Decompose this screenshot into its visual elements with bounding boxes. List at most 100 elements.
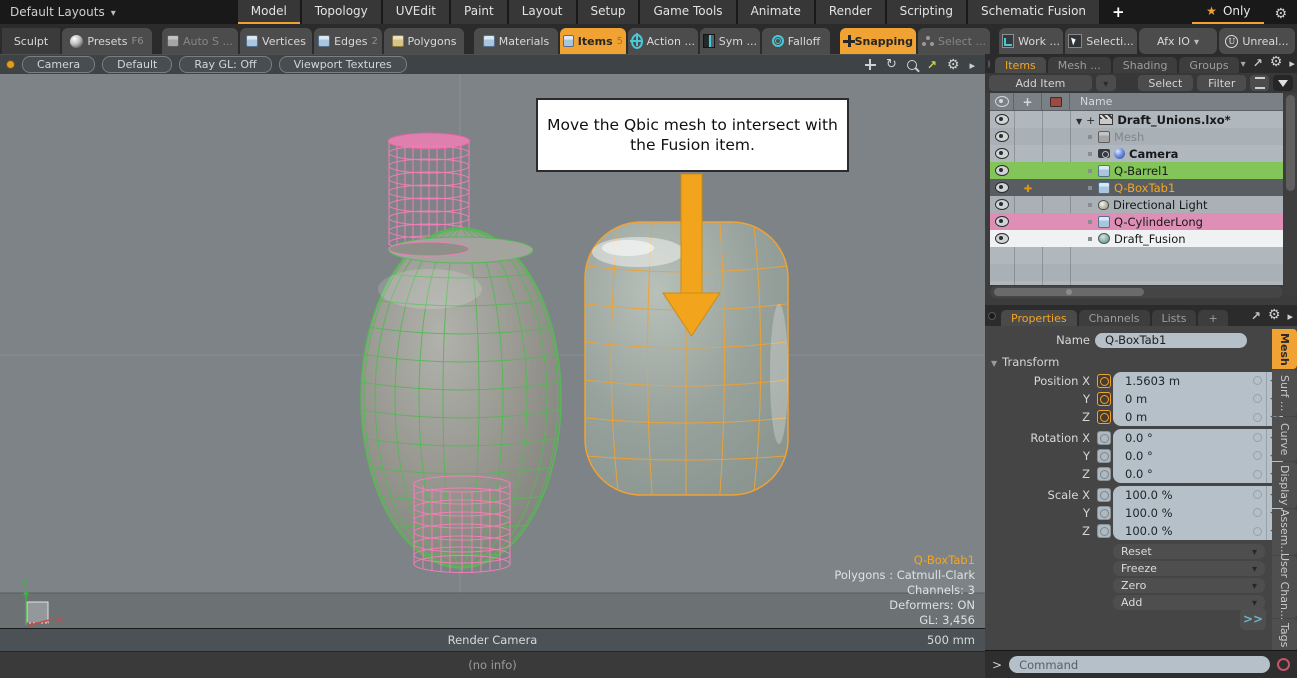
side-tab-surf[interactable]: Surf ... [1272,370,1297,416]
side-tab-tags[interactable]: Tags [1272,619,1297,651]
side-tab-assembly[interactable]: Assem... [1272,509,1297,555]
scale-x-input[interactable]: 100.0 % [1113,486,1283,505]
tab-mesh[interactable]: Mesh ... [1048,57,1111,73]
channel-circle-icon[interactable] [1253,376,1262,385]
tab-lists[interactable]: Lists [1152,310,1197,326]
settings-button[interactable] [1264,0,1297,24]
toolbar-polygons[interactable]: Polygons [384,28,464,54]
envelope-button[interactable] [1097,374,1111,388]
maximize-icon[interactable] [1253,52,1263,71]
toolbar-snapping[interactable]: Snapping [840,28,916,54]
menu-tab-render[interactable]: Render [816,0,885,24]
position-y-input[interactable]: 0 m [1113,390,1283,409]
toolbar-vertices[interactable]: Vertices [240,28,312,54]
toolbar-workplane[interactable]: Work ... [999,28,1063,54]
envelope-button[interactable] [1097,431,1111,445]
tab-groups[interactable]: Groups [1179,57,1238,73]
add-item-caret[interactable] [1096,75,1116,91]
menu-tab-paint[interactable]: Paint [451,0,507,24]
toolbar-presets[interactable]: PresetsF6 [62,28,152,54]
eye-icon[interactable] [995,114,1009,125]
tree-vertical-scrollbar[interactable] [1284,93,1297,296]
tab-shading[interactable]: Shading [1113,57,1178,73]
tree-horizontal-scrollbar[interactable] [990,286,1283,298]
zero-button[interactable]: Zero [1113,578,1265,593]
reset-button[interactable]: Reset [1113,544,1265,559]
scrollbar-thumb[interactable] [994,288,1144,296]
eye-icon[interactable] [995,216,1009,227]
add-layout-tab-button[interactable]: + [1101,0,1136,24]
toolbar-items[interactable]: Items5 [560,28,626,54]
channel-circle-icon[interactable] [1253,490,1262,499]
envelope-button[interactable] [1097,449,1111,463]
menu-tab-scripting[interactable]: Scripting [887,0,966,24]
pan-icon[interactable] [865,59,876,70]
viewport-3d[interactable]: Y X Move the Qbic mesh to intersect with… [0,74,985,628]
eye-icon[interactable] [995,148,1009,159]
tree-row-draft-fusion[interactable]: Draft_Fusion [990,230,1283,247]
side-tab-display[interactable]: Display [1272,462,1297,508]
scale-z-input[interactable]: 100.0 % [1113,522,1283,540]
position-z-input[interactable]: 0 m [1113,408,1283,426]
scrollbar-thumb[interactable] [1286,95,1295,191]
tab-channels[interactable]: Channels [1079,310,1150,326]
eye-icon[interactable] [995,199,1009,210]
envelope-button[interactable] [1097,410,1111,424]
envelope-button[interactable] [1097,488,1111,502]
panel-expand-icon[interactable] [969,58,975,72]
channel-circle-icon[interactable] [1253,413,1262,422]
side-tab-curve[interactable]: Curve [1272,417,1297,461]
only-toggle[interactable]: Only [1192,0,1264,24]
tab-items[interactable]: Items [995,57,1046,73]
eye-icon[interactable] [995,131,1009,142]
freeze-button[interactable]: Freeze [1113,561,1265,576]
menu-tab-layout[interactable]: Layout [509,0,576,24]
menu-tab-animate[interactable]: Animate [738,0,814,24]
channel-circle-icon[interactable] [1253,451,1262,460]
chevron-down-icon[interactable] [1241,52,1246,71]
layout-switcher[interactable]: Default Layouts [0,0,126,24]
add-item-button[interactable]: Add Item [989,75,1092,91]
tree-row-mesh[interactable]: Mesh [990,128,1283,145]
maximize-icon[interactable] [927,58,937,72]
channel-circle-icon[interactable] [1253,508,1262,517]
tree-row-scene[interactable]: Draft_Unions.lxo* [990,111,1283,128]
tab-properties[interactable]: Properties [1001,310,1077,326]
tree-row-qcylinderlong[interactable]: Q-CylinderLong [990,213,1283,230]
toolbar-auto-select[interactable]: Auto S ... [162,28,238,54]
plus-icon[interactable] [1086,113,1095,127]
filter-button[interactable]: Filter [1197,75,1246,91]
rotate-icon[interactable] [886,57,897,72]
eye-icon[interactable] [995,165,1009,176]
maximize-icon[interactable] [1251,305,1261,324]
toolbar-sculpt[interactable]: Sculpt [2,28,60,54]
tree-row-qboxtab1[interactable]: Q-BoxTab1 [990,179,1283,196]
side-tab-user-channels[interactable]: User Chan... [1272,556,1297,618]
record-icon[interactable] [1277,658,1290,671]
menu-tab-game-tools[interactable]: Game Tools [640,0,735,24]
panel-expand-icon[interactable] [1287,305,1293,324]
rotation-z-input[interactable]: 0.0 ° [1113,465,1283,483]
render-camera-label[interactable]: Render Camera [0,629,985,651]
panel-expand-icon[interactable] [1289,52,1295,71]
toolbar-action-center[interactable]: Action ... [628,28,698,54]
menu-tab-setup[interactable]: Setup [578,0,639,24]
envelope-button[interactable] [1097,524,1111,538]
toolbar-selection[interactable]: Selecti... [1065,28,1137,54]
envelope-button[interactable] [1097,506,1111,520]
menu-tab-schematic-fusion[interactable]: Schematic Fusion [968,0,1099,24]
magnifier-icon[interactable] [907,60,917,70]
expand-panel-button[interactable]: >> [1240,608,1266,630]
toolbar-edges[interactable]: Edges2 [314,28,382,54]
gear-icon[interactable] [1270,54,1283,70]
envelope-button[interactable] [1097,467,1111,481]
filter-funnel-button[interactable] [1273,75,1293,91]
toolbar-afx-io[interactable]: Afx IO [1139,28,1217,54]
scale-y-input[interactable]: 100.0 % [1113,504,1283,523]
item-name-input[interactable] [1095,333,1247,348]
list-options-button[interactable] [1250,75,1269,91]
channel-circle-icon[interactable] [1253,394,1262,403]
select-button[interactable]: Select [1138,75,1193,91]
toolbar-select-sets[interactable]: Select ... [918,28,990,54]
toolbar-unreal[interactable]: Unreal... [1219,28,1295,54]
